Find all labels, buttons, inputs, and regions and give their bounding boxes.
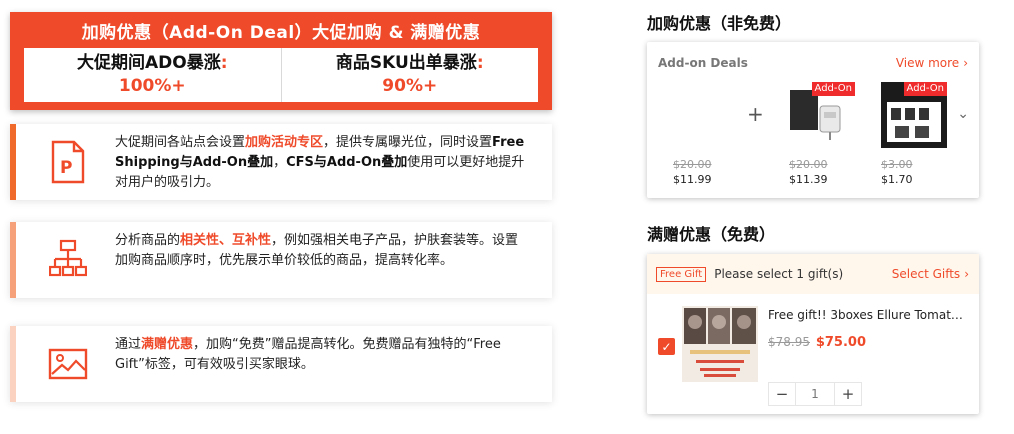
product-price: $11.39: [789, 173, 828, 186]
gift-product-name[interactable]: Free gift!! 3boxes Ellure Tomato...: [768, 308, 964, 322]
product-old-price: $3.00: [881, 158, 913, 171]
product-price: $11.99: [673, 173, 712, 186]
select-gifts-link[interactable]: Select Gifts ›: [892, 267, 969, 281]
card-accent: [10, 326, 16, 402]
gift-old-price: $78.95: [768, 335, 810, 349]
addon-deals-panel: Add-on Deals View more › $20.00 $11.99 + …: [647, 42, 979, 198]
addon-product-card[interactable]: $20.00 $11.99: [673, 82, 749, 186]
card-text: 通过满赠优惠，加购“免费”赠品提高转化。免费赠品有独特的“Free Gift”标…: [115, 337, 501, 372]
feature-card-relevance: 分析商品的相关性、互补性，例如强相关电子产品，护肤套装等。设置加购商品顺序时，优…: [10, 222, 552, 298]
stats-box: 大促期间ADO暴涨: 100%+ 商品SKU出单暴涨: 90%+: [24, 48, 538, 102]
product-old-price: $20.00: [673, 158, 712, 171]
card-text: 大促期间各站点会设置加购活动专区，提供专属曝光位，同时设置Free Shippi…: [115, 135, 525, 190]
gift-prices: $78.95 $75.00: [768, 335, 866, 350]
card-accent: [10, 222, 16, 298]
gift-bar: Free Gift Please select 1 gift(s) Select…: [647, 254, 979, 294]
view-more-link[interactable]: View more ›: [896, 56, 968, 70]
addon-header-label: Add-on Deals: [658, 56, 748, 70]
minus-button[interactable]: −: [769, 383, 795, 405]
stat-label: 大促期间ADO暴涨: [76, 53, 221, 73]
gift-price: $75.00: [815, 335, 866, 350]
stat-value: 100%+: [118, 76, 186, 96]
chevron-right-icon: ›: [963, 56, 968, 70]
plus-icon: +: [747, 102, 764, 126]
svg-text:P: P: [60, 158, 72, 178]
quantity-stepper: − 1 +: [768, 382, 862, 406]
free-gift-tag: Free Gift: [656, 266, 707, 282]
stat-sku: 商品SKU出单暴涨: 90%+: [280, 48, 539, 102]
ppt-file-icon: P: [48, 137, 88, 187]
chevron-right-icon: ›: [964, 267, 969, 281]
addon-header: Add-on Deals View more ›: [658, 56, 968, 72]
addon-tag: Add-On: [811, 82, 855, 96]
banner-title: 加购优惠（Add-On Deal）大促加购 & 满赠优惠: [81, 23, 481, 43]
addon-product-card[interactable]: Add-On $20.00 $11.39: [789, 82, 865, 186]
promo-banner: 加购优惠（Add-On Deal）大促加购 & 满赠优惠 大促期间ADO暴涨: …: [10, 12, 552, 110]
stat-value: 90%+: [382, 76, 438, 96]
feature-card-gift: 通过满赠优惠，加购“免费”赠品提高转化。免费赠品有独特的“Free Gift”标…: [10, 326, 552, 402]
product-image: Add-On: [881, 82, 947, 148]
image-icon: [48, 339, 88, 389]
product-price: $1.70: [881, 173, 913, 186]
card-text: 分析商品的相关性、互补性，例如强相关电子产品，护肤套装等。设置加购商品顺序时，优…: [115, 233, 519, 268]
addon-section-title: 加购优惠（非免费）: [647, 14, 792, 33]
stat-ado: 大促期间ADO暴涨: 100%+: [24, 48, 281, 102]
gift-section-title: 满赠优惠（免费）: [647, 225, 776, 244]
plus-button[interactable]: +: [835, 383, 861, 405]
addon-tag: Add-On: [903, 82, 947, 96]
product-image: Add-On: [789, 82, 855, 148]
gift-checkbox[interactable]: ✓: [658, 338, 675, 355]
quantity-input[interactable]: 1: [795, 383, 835, 405]
card-accent: [10, 124, 16, 200]
free-gift-panel: Free Gift Please select 1 gift(s) Select…: [647, 254, 979, 414]
addon-product-card[interactable]: Add-On $3.00 $1.70: [881, 82, 957, 186]
feature-card-zone: P 大促期间各站点会设置加购活动专区，提供专属曝光位，同时设置Free Ship…: [10, 124, 552, 200]
chevron-down-icon[interactable]: ⌄: [957, 106, 969, 122]
product-old-price: $20.00: [789, 158, 828, 171]
product-image: [673, 82, 739, 148]
gift-product-image: [682, 306, 758, 382]
stat-label: 商品SKU出单暴涨: [335, 53, 477, 73]
hierarchy-icon: [48, 235, 88, 285]
gift-prompt: Please select 1 gift(s): [714, 267, 844, 281]
